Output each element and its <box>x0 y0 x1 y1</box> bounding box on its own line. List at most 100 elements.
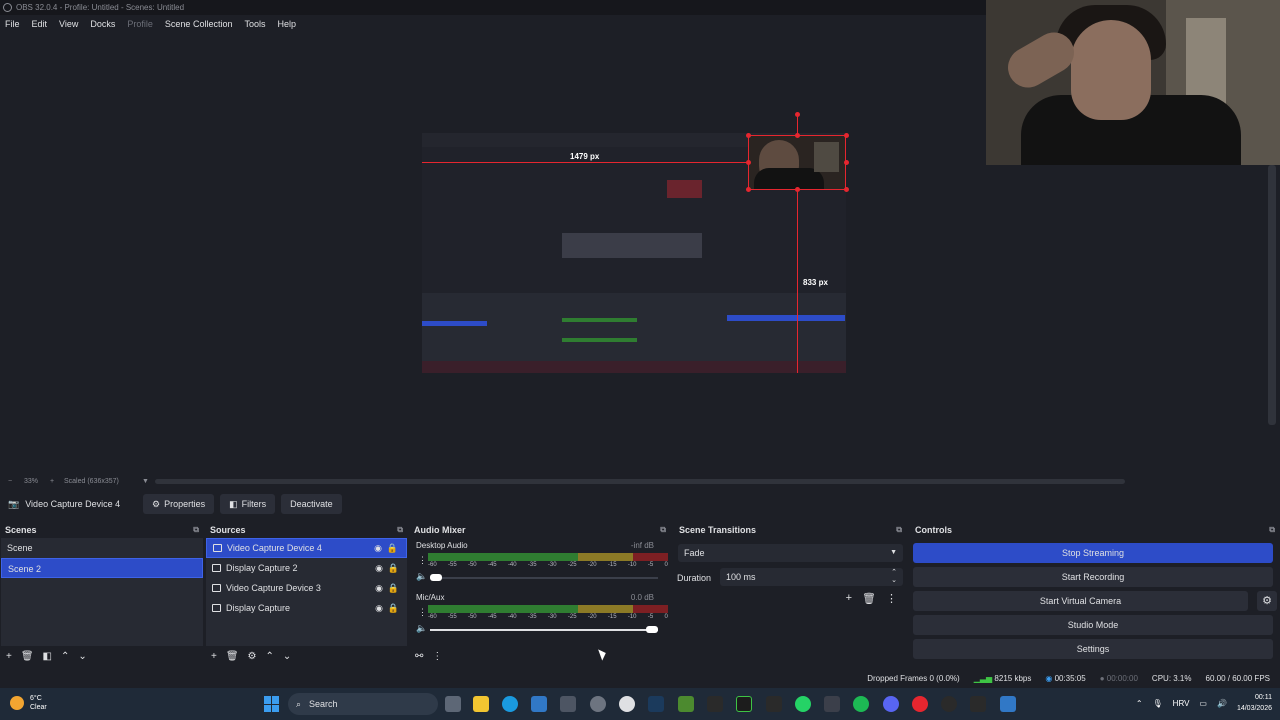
menu-edit[interactable]: Edit <box>32 19 48 29</box>
app-icon[interactable] <box>824 696 840 712</box>
filter-icon[interactable]: ◧ <box>43 651 52 662</box>
ctrl-icon[interactable] <box>766 696 782 712</box>
lock-icon[interactable]: 🔒 <box>387 538 398 558</box>
menu-docks[interactable]: Docks <box>90 19 115 29</box>
undock-icon[interactable]: ⧉ <box>896 525 902 535</box>
menu-scene-collection[interactable]: Scene Collection <box>165 19 233 29</box>
volume-icon[interactable]: 🔊 <box>1217 699 1227 708</box>
store-icon[interactable] <box>531 696 547 712</box>
network-icon[interactable]: ▭ <box>1199 699 1207 708</box>
resize-handle-tc[interactable] <box>795 133 800 138</box>
discord-icon[interactable] <box>883 696 899 712</box>
start-recording-button[interactable]: Start Recording <box>913 567 1273 587</box>
kebab-menu-icon[interactable]: ⋮ <box>432 651 442 662</box>
language-indicator[interactable]: HRV <box>1173 699 1190 708</box>
resize-handle-bc[interactable] <box>795 187 800 192</box>
microphone-icon[interactable]: 🎙 <box>1153 699 1163 708</box>
chevron-up-icon[interactable]: ⌃ <box>266 651 274 662</box>
speaker-icon[interactable]: 🔈 <box>416 623 427 634</box>
eye-icon[interactable]: ◉ <box>375 598 383 618</box>
add-icon[interactable]: + <box>211 651 217 662</box>
resize-handle-bl[interactable] <box>746 187 751 192</box>
razer-icon[interactable] <box>736 696 752 712</box>
duration-input[interactable]: 100 ms ⌃ ⌄ <box>720 568 903 586</box>
undock-icon[interactable]: ⧉ <box>397 525 403 535</box>
file-explorer-icon[interactable] <box>473 696 489 712</box>
menu-tools[interactable]: Tools <box>244 19 265 29</box>
edge-icon[interactable] <box>502 696 518 712</box>
trash-icon[interactable]: 🗑 <box>226 651 239 662</box>
volume-slider[interactable] <box>430 577 658 579</box>
kebab-menu-icon[interactable]: ⋮ <box>418 555 427 566</box>
clock[interactable]: 00:11 14/03/2026 <box>1237 692 1272 714</box>
chevron-down-icon[interactable]: ⌄ <box>78 651 86 662</box>
selected-source-box[interactable] <box>748 135 846 190</box>
resize-handle-br[interactable] <box>844 187 849 192</box>
resize-handle-tr[interactable] <box>844 133 849 138</box>
zoom-out-button[interactable]: − <box>8 475 12 489</box>
start-virtual-camera-button[interactable]: Start Virtual Camera <box>913 591 1248 611</box>
windows-start-icon[interactable] <box>264 696 280 712</box>
eye-icon[interactable]: ◉ <box>375 578 383 598</box>
trash-icon[interactable]: 🗑 <box>862 592 876 605</box>
transition-select[interactable]: Fade ▼ <box>678 544 903 562</box>
steam-icon[interactable] <box>648 696 664 712</box>
source-item[interactable]: Video Capture Device 4 ◉ 🔒 <box>206 538 407 558</box>
obs-taskbar-icon[interactable] <box>941 696 957 712</box>
undock-icon[interactable]: ⧉ <box>1269 525 1275 535</box>
scene-item[interactable]: Scene <box>1 538 203 558</box>
menu-view[interactable]: View <box>59 19 78 29</box>
link-icon[interactable]: ⚯ <box>415 651 423 662</box>
resize-handle-ml[interactable] <box>746 160 751 165</box>
spin-down-icon[interactable]: ⌄ <box>891 572 897 590</box>
chrome-icon[interactable] <box>912 696 928 712</box>
spotify-icon[interactable] <box>853 696 869 712</box>
source-item[interactable]: Display Capture ◉ 🔒 <box>206 598 407 618</box>
studio-mode-button[interactable]: Studio Mode <box>913 615 1273 635</box>
task-view-icon[interactable] <box>445 696 461 712</box>
chevron-up-icon[interactable]: ⌃ <box>61 651 69 662</box>
trash-icon[interactable]: 🗑 <box>21 651 34 662</box>
app-icon-2[interactable] <box>1000 696 1016 712</box>
preview-vertical-scrollbar[interactable] <box>1268 165 1276 425</box>
source-item[interactable]: Display Capture 2 ◉ 🔒 <box>206 558 407 578</box>
minecraft-icon[interactable] <box>678 696 694 712</box>
settings-app-icon[interactable] <box>590 696 606 712</box>
epic-games-icon-2[interactable] <box>970 696 986 712</box>
lock-icon[interactable]: 🔒 <box>388 558 399 578</box>
kebab-menu-icon[interactable]: ⋮ <box>418 607 427 618</box>
weather-widget[interactable]: 6°C Clear <box>10 694 47 712</box>
gear-icon[interactable]: ⚙ <box>248 651 257 662</box>
rotation-handle[interactable] <box>795 112 800 117</box>
kebab-menu-icon[interactable]: ⋮ <box>886 592 897 605</box>
chevron-down-icon[interactable]: ⌄ <box>283 651 291 662</box>
filters-button[interactable]: ◧ Filters <box>220 494 276 514</box>
menu-help[interactable]: Help <box>277 19 296 29</box>
resize-handle-mr[interactable] <box>844 160 849 165</box>
chevron-up-icon[interactable]: ⌃ <box>1136 699 1143 708</box>
lock-icon[interactable]: 🔒 <box>388 578 399 598</box>
whatsapp-icon[interactable] <box>795 696 811 712</box>
taskbar-search[interactable]: ⌕ Search <box>288 693 438 715</box>
preview-horizontal-scrollbar[interactable] <box>155 479 1125 484</box>
scale-dropdown-icon[interactable]: ▼ <box>142 475 149 489</box>
menu-profile[interactable]: Profile <box>127 19 153 29</box>
camera-app-icon[interactable] <box>560 696 576 712</box>
scene-item[interactable]: Scene 2 <box>1 558 203 578</box>
lock-icon[interactable]: 🔒 <box>388 598 399 618</box>
speaker-icon[interactable]: 🔈 <box>416 571 427 582</box>
epic-games-icon[interactable] <box>707 696 723 712</box>
eye-icon[interactable]: ◉ <box>375 558 383 578</box>
virtual-camera-settings-button[interactable]: ⚙ <box>1257 591 1277 611</box>
settings-button[interactable]: Settings <box>913 639 1273 659</box>
properties-button[interactable]: ⚙ Properties <box>143 494 215 514</box>
add-icon[interactable]: + <box>6 651 12 662</box>
undock-icon[interactable]: ⧉ <box>193 525 199 535</box>
resize-handle-tl[interactable] <box>746 133 751 138</box>
source-item[interactable]: Video Capture Device 3 ◉ 🔒 <box>206 578 407 598</box>
menu-file[interactable]: File <box>5 19 20 29</box>
stop-streaming-button[interactable]: Stop Streaming <box>913 543 1273 563</box>
volume-knob[interactable] <box>646 626 658 633</box>
deactivate-button[interactable]: Deactivate <box>281 494 342 514</box>
undock-icon[interactable]: ⧉ <box>660 525 666 535</box>
